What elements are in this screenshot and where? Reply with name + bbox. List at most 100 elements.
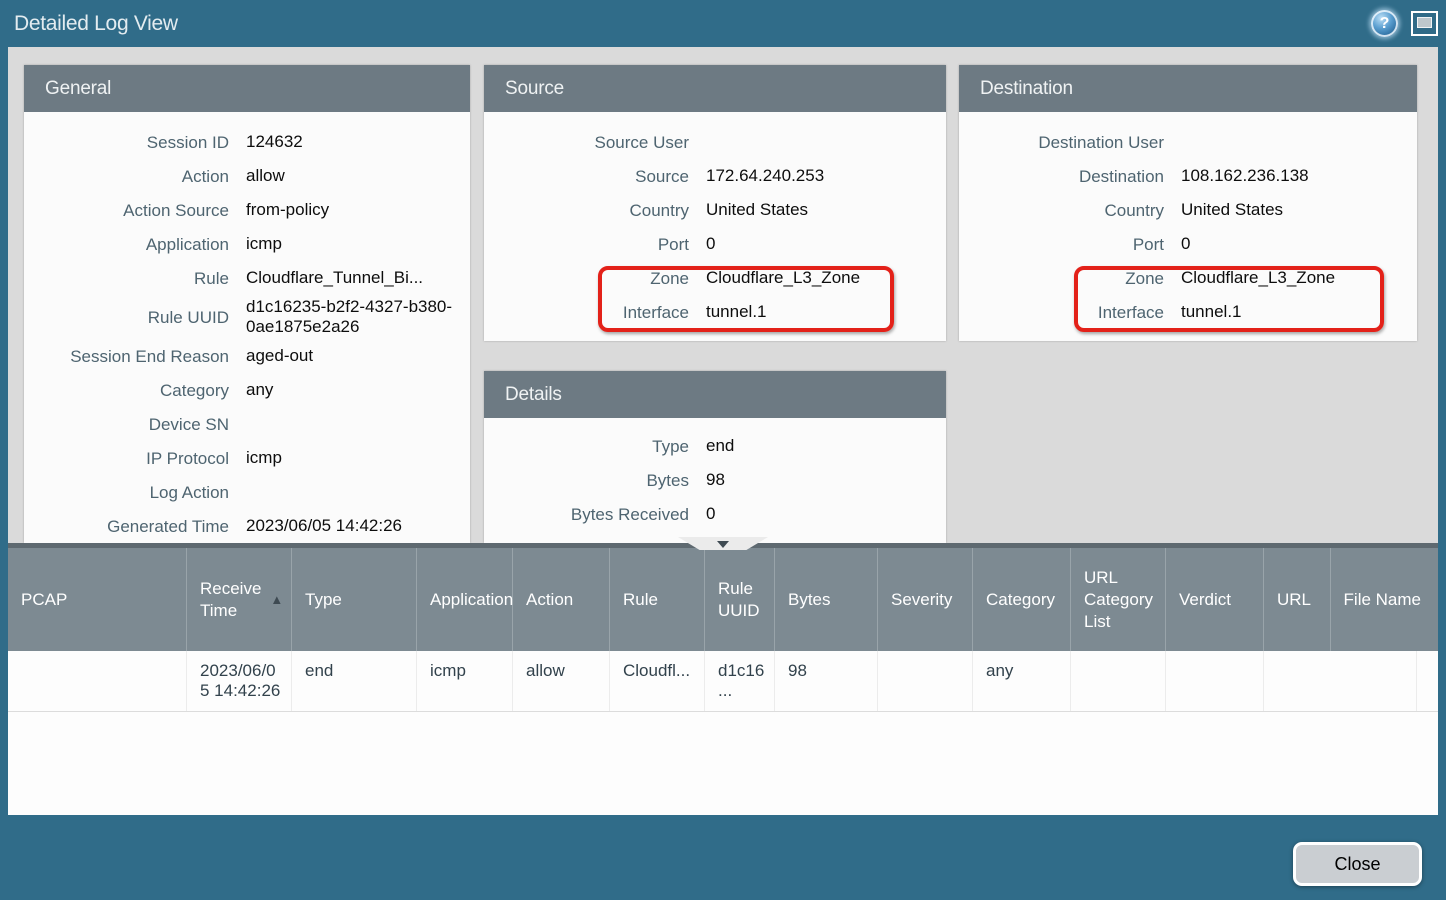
field-row: Port 0	[959, 227, 1417, 261]
log-table: PCAP Receive Time ▲ Type Application Act…	[8, 543, 1438, 815]
field-label: Device SN	[24, 415, 229, 434]
field-label: Destination	[959, 167, 1164, 186]
field-label: Session End Reason	[24, 347, 229, 366]
field-label: Port	[959, 235, 1164, 254]
detail-panels-area: General Session ID 124632 Action allow A…	[8, 47, 1438, 543]
field-label: Bytes Received	[484, 505, 689, 524]
field-row: Log Action	[24, 475, 470, 509]
field-label: Category	[24, 381, 229, 400]
column-header[interactable]: Action	[513, 548, 610, 651]
field-value: from-policy	[246, 200, 329, 220]
close-button[interactable]: Close	[1293, 842, 1422, 886]
field-row: Rule Cloudflare_Tunnel_Bi...	[24, 261, 470, 295]
field-label: Session ID	[24, 133, 229, 152]
field-row: Bytes Received 0	[484, 497, 946, 531]
log-cell	[1417, 651, 1438, 711]
field-label: Country	[484, 201, 689, 220]
field-row: Session ID 124632	[24, 125, 470, 159]
field-row: Port 0	[484, 227, 946, 261]
field-row: Zone Cloudflare_L3_Zone	[484, 261, 946, 295]
column-label: Category	[986, 589, 1055, 611]
field-row: Application icmp	[24, 227, 470, 261]
field-row: Bytes 98	[484, 463, 946, 497]
log-cell: icmp	[417, 651, 513, 711]
log-cell: Cloudfl...	[610, 651, 705, 711]
panel-general: General Session ID 124632 Action allow A…	[24, 65, 470, 543]
field-row: Action Source from-policy	[24, 193, 470, 227]
column-label: File Name	[1344, 589, 1421, 611]
column-header[interactable]: Severity	[878, 548, 973, 651]
field-label: IP Protocol	[24, 449, 229, 468]
column-header[interactable]: Type	[292, 548, 417, 651]
log-cell: 98	[775, 651, 878, 711]
panel-destination-header: Destination	[959, 65, 1417, 112]
field-value: icmp	[246, 234, 282, 254]
field-row: Type end	[484, 429, 946, 463]
field-row: Source User	[484, 125, 946, 159]
field-label: Rule UUID	[24, 308, 229, 327]
panel-title: General	[45, 78, 111, 100]
field-value: icmp	[246, 448, 282, 468]
log-cell: 2023/06/05 14:42:26	[187, 651, 292, 711]
log-row[interactable]: 2023/06/05 14:42:26 end icmp allow Cloud…	[8, 651, 1438, 712]
collapse-arrow-icon	[717, 541, 729, 548]
panel-details-header: Details	[484, 371, 946, 418]
panel-details-body: Type end Bytes 98 Bytes Received 0	[484, 418, 946, 531]
column-header[interactable]: File Name	[1331, 548, 1438, 651]
log-table-header: PCAP Receive Time ▲ Type Application Act…	[8, 548, 1438, 651]
column-header[interactable]: Rule	[610, 548, 705, 651]
field-row: Action allow	[24, 159, 470, 193]
column-label: Bytes	[788, 589, 831, 611]
field-row: Interface tunnel.1	[484, 295, 946, 329]
column-label: Type	[305, 589, 342, 611]
field-label: Destination User	[959, 133, 1164, 152]
panel-general-header: General	[24, 65, 470, 112]
dialog-titlebar: Detailed Log View ?	[0, 0, 1446, 47]
field-value: aged-out	[246, 346, 313, 366]
sort-asc-icon: ▲	[270, 589, 283, 611]
column-header[interactable]: Category	[973, 548, 1071, 651]
field-label: Source User	[484, 133, 689, 152]
panel-details: Details Type end Bytes 98 Bytes Received…	[484, 371, 946, 543]
field-row: IP Protocol icmp	[24, 441, 470, 475]
field-row: Source 172.64.240.253	[484, 159, 946, 193]
field-row: Zone Cloudflare_L3_Zone	[959, 261, 1417, 295]
dialog-title: Detailed Log View	[14, 12, 178, 36]
field-value: United States	[1181, 200, 1283, 220]
field-label: Log Action	[24, 483, 229, 502]
maximize-icon[interactable]	[1411, 11, 1438, 36]
column-label: Rule UUID	[718, 578, 760, 622]
log-cell	[8, 651, 187, 711]
titlebar-icons: ?	[1371, 0, 1438, 47]
field-value: United States	[706, 200, 808, 220]
column-header[interactable]: URL Category List	[1071, 548, 1166, 651]
help-glyph: ?	[1380, 16, 1390, 32]
column-header[interactable]: Rule UUID	[705, 548, 775, 651]
field-label: Zone	[484, 269, 689, 288]
field-label: Action Source	[24, 201, 229, 220]
field-value: 124632	[246, 132, 303, 152]
column-header[interactable]: Receive Time ▲	[187, 548, 292, 651]
column-label: Application	[430, 589, 513, 611]
field-value: end	[706, 436, 734, 456]
field-value: allow	[246, 166, 285, 186]
column-header[interactable]: Application	[417, 548, 513, 651]
log-cell	[878, 651, 973, 711]
column-header[interactable]: Bytes	[775, 548, 878, 651]
field-value: d1c16235-b2f2-4327-b380-0ae1875e2a26	[246, 297, 458, 337]
log-cell	[1264, 651, 1417, 711]
field-row: Device SN	[24, 407, 470, 441]
log-cell: end	[292, 651, 417, 711]
field-value: 108.162.236.138	[1181, 166, 1309, 186]
log-cell: any	[973, 651, 1071, 711]
field-row: Destination 108.162.236.138	[959, 159, 1417, 193]
column-header[interactable]: PCAP	[8, 548, 187, 651]
panel-title: Destination	[980, 78, 1073, 100]
column-header[interactable]: URL	[1264, 548, 1331, 651]
field-row: Session End Reason aged-out	[24, 339, 470, 373]
column-header[interactable]: Verdict	[1166, 548, 1264, 651]
column-label: Severity	[891, 589, 952, 611]
field-label: Source	[484, 167, 689, 186]
help-icon[interactable]: ?	[1371, 10, 1398, 37]
column-label: Receive Time	[200, 578, 261, 622]
